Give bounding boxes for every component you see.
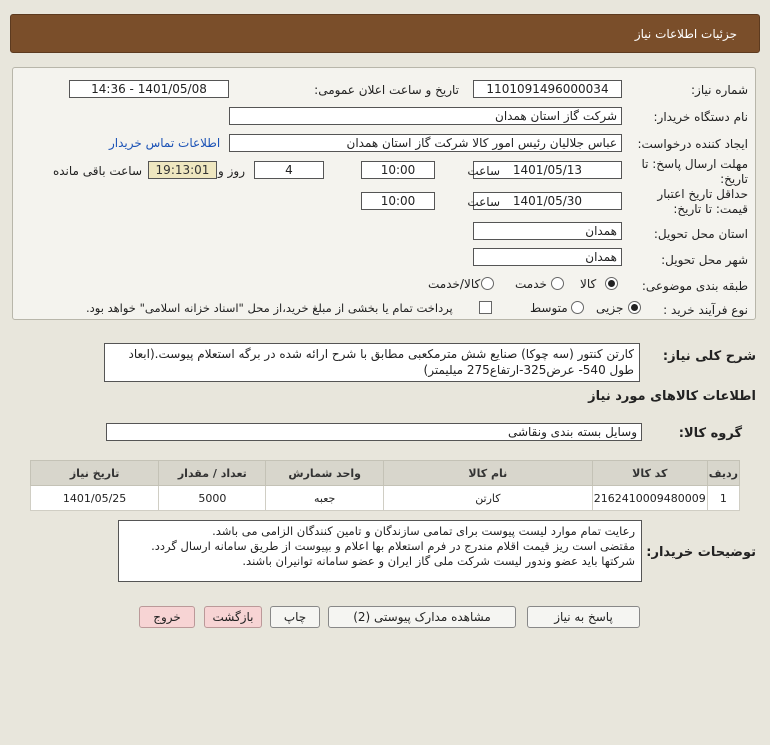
goods-group-field: وسایل بسته بندی ونقاشی <box>106 423 642 441</box>
days-remaining-field: 4 <box>254 161 324 179</box>
category-option-service: خدمت <box>515 277 547 291</box>
buyer-contact-link[interactable]: اطلاعات تماس خریدار <box>109 136 220 150</box>
city-label: شهر محل تحویل: <box>661 253 748 267</box>
process-radio-medium[interactable] <box>571 301 584 314</box>
description-text: کارتن کنتور (سه چوکا) صنایع شش مترمکعبی … <box>104 343 640 382</box>
back-button[interactable]: بازگشت <box>204 606 262 628</box>
requester-label: ایجاد کننده درخواست: <box>637 137 748 151</box>
buyer-org-label: نام دستگاه خریدار: <box>653 110 749 124</box>
page-title: جزئیات اطلاعات نیاز <box>634 27 737 41</box>
col-row: ردیف <box>706 460 741 486</box>
reply-time-label: ساعت <box>467 164 500 178</box>
category-option-goods-service: کالا/خدمت <box>428 277 481 291</box>
buyer-notes-label: توضیحات خریدار: <box>646 545 756 560</box>
cell-need-date: 1401/05/25 <box>29 485 160 511</box>
treasury-checkbox[interactable] <box>479 301 492 314</box>
description-label: شرح کلی نیاز: <box>662 349 756 364</box>
treasury-note: پرداخت تمام یا بخشی از مبلغ خرید،از محل … <box>86 301 453 315</box>
category-label: طبقه بندی موضوعی: <box>641 279 748 293</box>
announce-field: 1401/05/08 - 14:36 <box>69 80 229 98</box>
cell-name: کارتن <box>382 485 593 511</box>
reply-time-field: 10:00 <box>361 161 435 179</box>
buyer-notes-box: رعایت تمام موارد لیست پیوست برای تمامی س… <box>118 520 642 582</box>
table-row: 1 2162410009480009 کارتن جعبه 5000 1401/… <box>29 485 741 511</box>
col-code: کد کالا <box>591 460 708 486</box>
need-number-label: شماره نیاز: <box>691 83 748 97</box>
exit-button[interactable]: خروج <box>139 606 195 628</box>
category-radio-goods[interactable] <box>605 277 618 290</box>
buyer-note-line: مقتضی است ریز قیمت اقلام مندرج در فرم اس… <box>151 539 635 553</box>
cell-row: 1 <box>706 485 741 511</box>
cell-unit: جعبه <box>265 485 384 511</box>
process-radio-minor[interactable] <box>628 301 641 314</box>
process-label: نوع فرآیند خرید : <box>663 303 748 317</box>
announce-label: تاریخ و ساعت اعلان عمومی: <box>314 83 459 97</box>
requester-field: عباس جلالیان رئیس امور کالا شرکت گاز است… <box>229 134 622 152</box>
view-attachments-button[interactable]: مشاهده مدارک پیوستی (2) <box>328 606 516 628</box>
col-quantity: تعداد / مقدار <box>158 460 267 486</box>
category-radio-service[interactable] <box>551 277 564 290</box>
days-label: روز و <box>218 164 245 178</box>
print-button[interactable]: چاپ <box>270 606 320 628</box>
col-unit: واحد شمارش <box>265 460 384 486</box>
need-number-field: 1101091496000034 <box>473 80 622 98</box>
goods-table-header: ردیف کد کالا نام کالا واحد شمارش تعداد /… <box>29 460 741 486</box>
cell-code: 2162410009480009 <box>591 485 708 511</box>
validity-time-label: ساعت <box>467 195 500 209</box>
buyer-org-field: شرکت گاز استان همدان <box>229 107 622 125</box>
remaining-time-label: ساعت باقی مانده <box>52 164 142 178</box>
category-option-goods: کالا <box>580 277 597 291</box>
goods-group-label: گروه کالا: <box>678 426 742 441</box>
process-option-medium: متوسط <box>530 301 568 315</box>
province-field: همدان <box>473 222 622 240</box>
validity-label-2: قیمت: تا تاریخ: <box>673 202 748 216</box>
buyer-note-line: شرکتها باید عضو وندور لیست شرکت ملی گاز … <box>242 554 635 568</box>
city-field: همدان <box>473 248 622 266</box>
reply-button[interactable]: پاسخ به نیاز <box>527 606 640 628</box>
province-label: استان محل تحویل: <box>653 227 748 241</box>
remaining-time-field: 19:13:01 <box>148 161 217 179</box>
reply-deadline-label-2: تاریخ: <box>720 172 748 186</box>
reply-deadline-label: مهلت ارسال پاسخ: تا <box>641 157 748 171</box>
goods-table: ردیف کد کالا نام کالا واحد شمارش تعداد /… <box>29 460 741 511</box>
cell-quantity: 5000 <box>158 485 267 511</box>
process-option-minor: جزیی <box>596 301 624 315</box>
buyer-note-line: رعایت تمام موارد لیست پیوست برای تمامی س… <box>212 524 635 538</box>
validity-time-field: 10:00 <box>361 192 435 210</box>
col-name: نام کالا <box>382 460 593 486</box>
goods-section-title: اطلاعات کالاهای مورد نیاز <box>588 389 756 404</box>
category-radio-goods-service[interactable] <box>481 277 494 290</box>
page-header: جزئیات اطلاعات نیاز <box>10 14 760 53</box>
col-need-date: تاریخ نیاز <box>29 460 160 486</box>
validity-label: حداقل تاریخ اعتبار <box>657 187 748 201</box>
